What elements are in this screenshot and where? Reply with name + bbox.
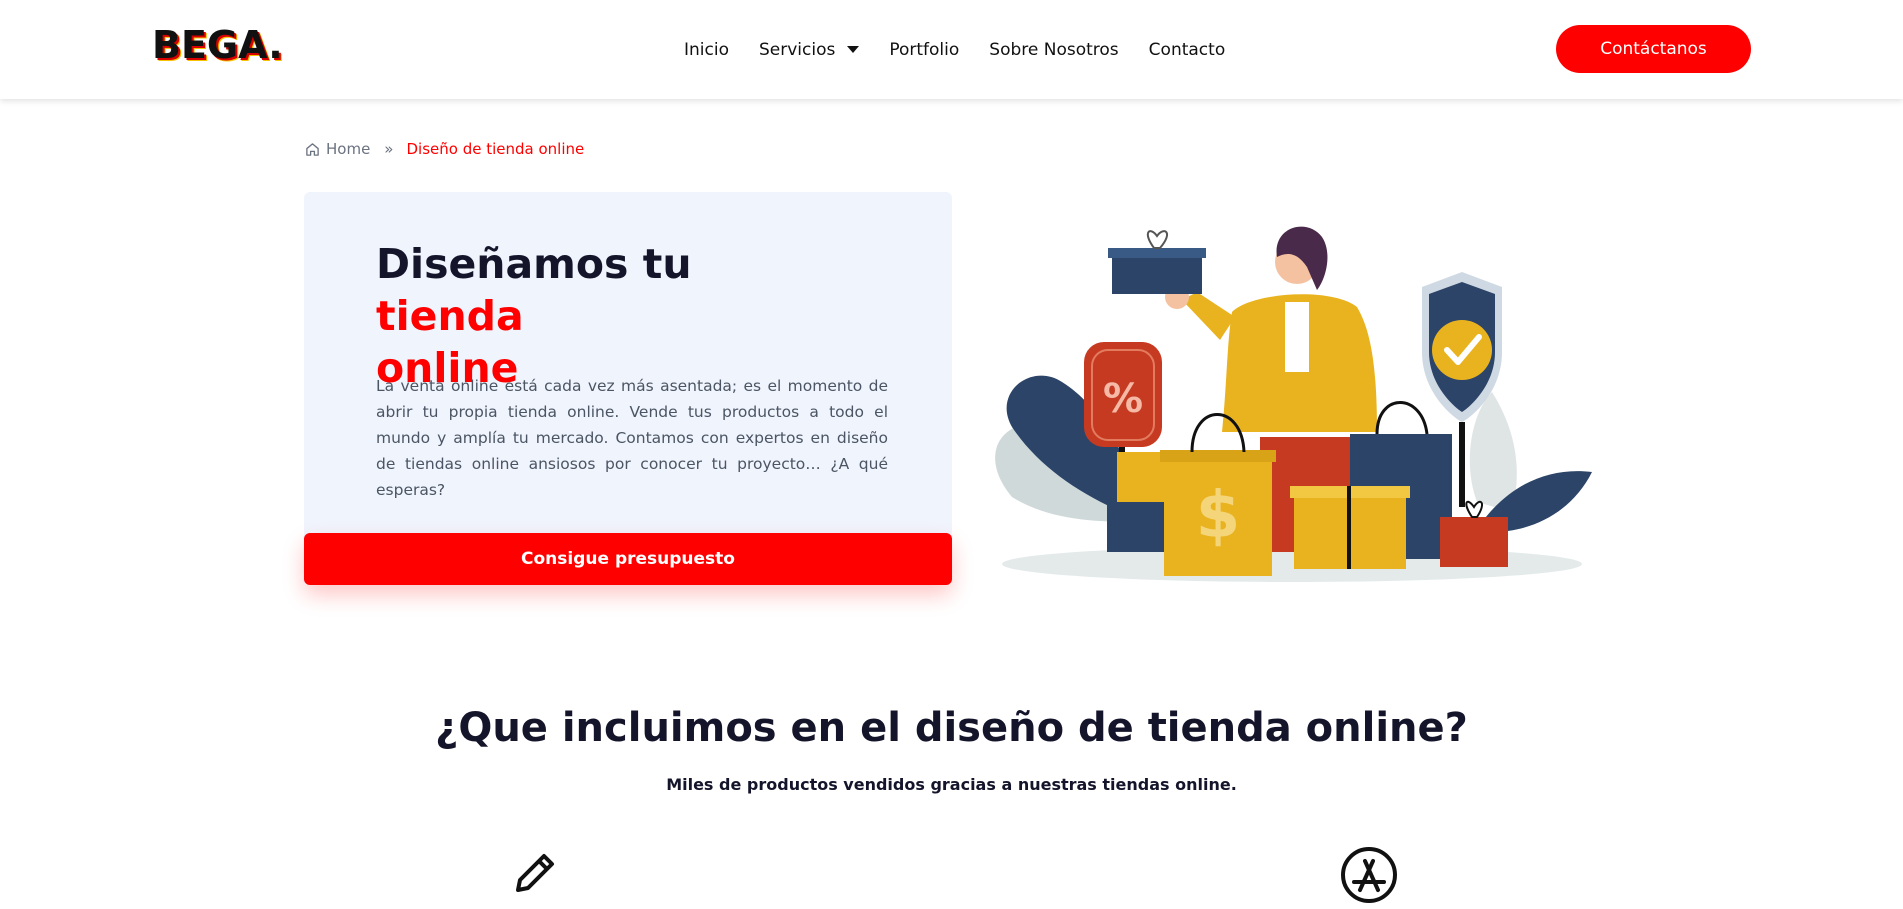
shield-pole bbox=[1459, 422, 1465, 507]
brick-box-right bbox=[1440, 517, 1508, 567]
breadcrumb-current: Diseño de tienda online bbox=[406, 140, 585, 158]
woman-shirt bbox=[1285, 302, 1309, 372]
gold-shopping-bag-top bbox=[1160, 450, 1276, 462]
pencil-icon bbox=[516, 854, 554, 892]
nav-item-inicio[interactable]: Inicio bbox=[684, 40, 729, 60]
woman-arm bbox=[1182, 292, 1235, 340]
section-title: ¿Que incluimos en el diseño de tienda on… bbox=[435, 705, 1468, 751]
svg-text:BEGA.: BEGA. bbox=[152, 26, 283, 67]
hero-description: La venta online está cada vez más asenta… bbox=[376, 377, 888, 499]
logo[interactable]: BEGA. BEGA. BEGA. bbox=[152, 26, 332, 70]
held-gift-bow bbox=[1146, 230, 1169, 249]
nav-item-sobre-nosotros[interactable]: Sobre Nosotros bbox=[989, 40, 1118, 60]
get-quote-button[interactable]: Consigue presupuesto bbox=[304, 533, 952, 585]
shopping-illustration: % $ bbox=[995, 226, 1592, 582]
hero-title: Diseñamos tu tienda online bbox=[376, 238, 836, 394]
section-subtitle: Miles de productos vendidos gracias a nu… bbox=[666, 775, 1237, 794]
percent-sign: % bbox=[1103, 376, 1143, 422]
home-icon bbox=[306, 142, 319, 156]
breadcrumb-separator: » bbox=[384, 140, 394, 158]
get-quote-button-label: Consigue presupuesto bbox=[521, 549, 735, 569]
app-store-icon bbox=[1341, 847, 1397, 903]
hero-title-accent: tienda bbox=[376, 292, 524, 340]
navy-bag-handle bbox=[1375, 401, 1429, 435]
nav-label: Contacto bbox=[1148, 39, 1226, 60]
shield-badge bbox=[1432, 320, 1492, 380]
nav-item-contacto[interactable]: Contacto bbox=[1149, 40, 1226, 60]
main-nav: Inicio Servicios Portfolio Sobre Nosotro… bbox=[684, 0, 1255, 99]
nav-item-servicios[interactable]: Servicios bbox=[758, 39, 860, 60]
brick-box-bow bbox=[1465, 500, 1484, 518]
gold-gift-ribbon bbox=[1347, 486, 1351, 569]
hero-title-text: Diseñamos tu bbox=[376, 240, 692, 288]
nav-label: Servicios bbox=[758, 39, 836, 60]
held-gift-lid bbox=[1108, 248, 1206, 258]
nav-item-portfolio[interactable]: Portfolio bbox=[889, 40, 959, 60]
nav-label: Inicio bbox=[684, 39, 729, 60]
caret-down-icon bbox=[847, 46, 860, 53]
contact-button[interactable]: Contáctanos bbox=[1556, 25, 1751, 73]
dollar-sign: $ bbox=[1196, 479, 1241, 553]
site-header: BEGA. BEGA. BEGA. Inicio Servicios Portf… bbox=[0, 0, 1903, 99]
nav-label: Sobre Nosotros bbox=[989, 39, 1119, 60]
breadcrumb-home-label: Home bbox=[326, 140, 371, 158]
held-gift-box bbox=[1112, 254, 1202, 294]
nav-label: Portfolio bbox=[889, 39, 960, 60]
breadcrumb: Home » Diseño de tienda online bbox=[305, 140, 584, 158]
contact-button-label: Contáctanos bbox=[1600, 39, 1707, 59]
breadcrumb-home-link[interactable]: Home bbox=[305, 140, 370, 158]
